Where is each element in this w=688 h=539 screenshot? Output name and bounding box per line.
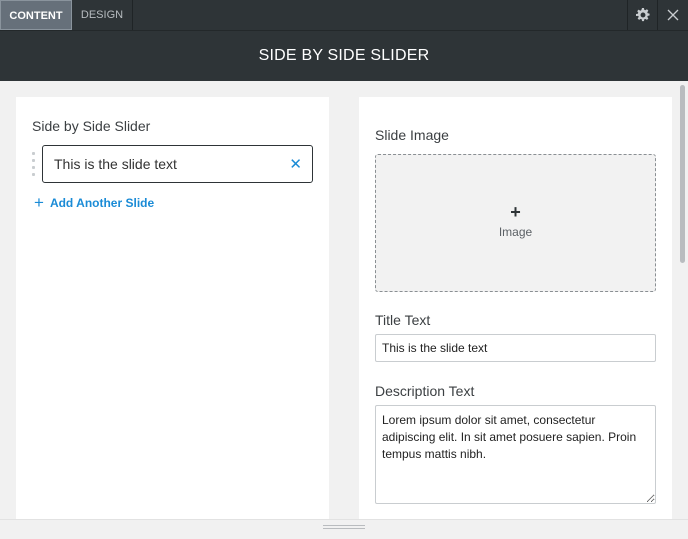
drag-handle-icon[interactable] bbox=[32, 152, 38, 176]
title-text-input[interactable] bbox=[375, 334, 656, 362]
tab-divider bbox=[132, 0, 133, 30]
slide-settings-panel: Slide Image + Image Title Text Descripti… bbox=[359, 97, 672, 519]
image-upload-dropzone[interactable]: + Image bbox=[375, 154, 656, 292]
image-placeholder-label: Image bbox=[498, 225, 533, 239]
plus-icon: + bbox=[510, 202, 521, 222]
top-tab-bar: Content Design bbox=[0, 0, 688, 31]
page-title: SIDE BY SIDE SLIDER bbox=[0, 31, 688, 81]
gear-icon[interactable] bbox=[629, 0, 657, 30]
close-icon-svg bbox=[667, 9, 679, 21]
slide-item[interactable]: This is the slide text ✕ bbox=[42, 145, 313, 183]
resize-handle[interactable] bbox=[323, 525, 365, 530]
scrollbar-thumb[interactable] bbox=[680, 85, 685, 263]
add-slide-label: Add Another Slide bbox=[49, 196, 155, 210]
tab-design[interactable]: Design bbox=[72, 0, 132, 30]
plus-icon: + bbox=[34, 193, 44, 212]
icon-divider bbox=[627, 0, 628, 30]
slides-heading: Side by Side Slider bbox=[32, 118, 151, 134]
title-text-label: Title Text bbox=[375, 312, 431, 328]
icon-divider-2 bbox=[657, 0, 658, 30]
add-slide-button[interactable]: + Add Another Slide bbox=[34, 193, 155, 212]
slide-item-label: This is the slide text bbox=[54, 156, 177, 172]
description-text-label: Description Text bbox=[375, 383, 475, 399]
tab-content[interactable]: Content bbox=[0, 0, 72, 30]
slides-list-panel: Side by Side Slider This is the slide te… bbox=[16, 97, 329, 519]
gear-icon-svg bbox=[636, 8, 650, 22]
remove-slide-icon[interactable]: ✕ bbox=[289, 155, 302, 173]
slide-image-label: Slide Image bbox=[375, 127, 449, 143]
description-textarea[interactable]: Lorem ipsum dolor sit amet, consectetur … bbox=[375, 405, 656, 504]
close-icon[interactable] bbox=[659, 0, 687, 30]
